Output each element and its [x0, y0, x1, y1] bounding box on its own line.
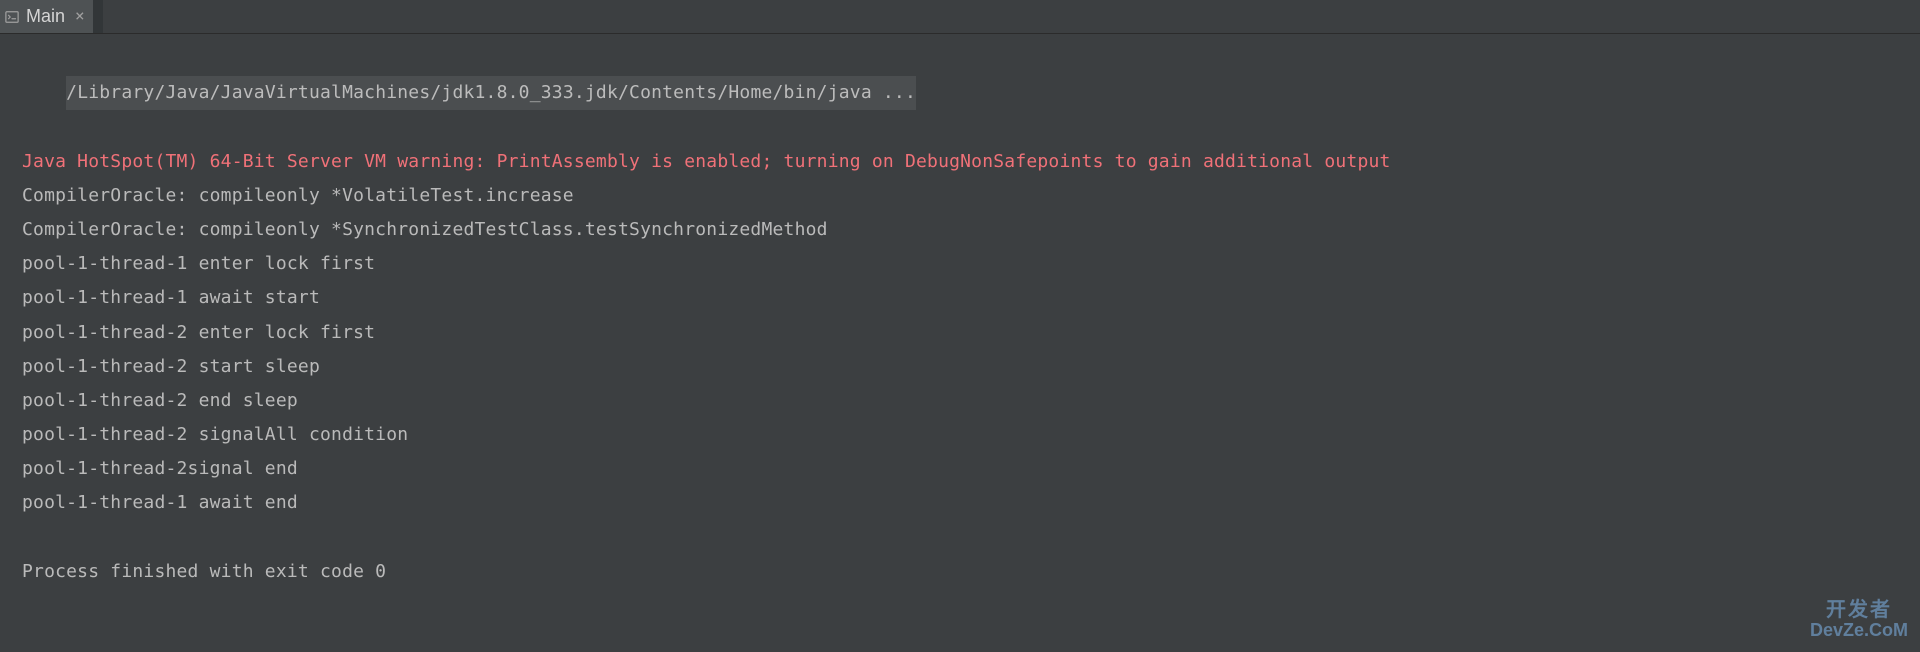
tab-bar: Main ×	[0, 0, 1920, 34]
watermark-en: DevZe.CoM	[1810, 621, 1908, 640]
console-command-line: /Library/Java/JavaVirtualMachines/jdk1.8…	[0, 42, 1920, 145]
console-line: pool-1-thread-2 enter lock first	[0, 316, 1920, 350]
tab-bar-edge	[93, 0, 103, 33]
watermark-zh: 开发者	[1810, 600, 1908, 621]
console-line	[0, 521, 1920, 555]
console-line: pool-1-thread-1 await end	[0, 486, 1920, 520]
console-line: Process finished with exit code 0	[0, 555, 1920, 589]
console-line: CompilerOracle: compileonly *Synchronize…	[0, 213, 1920, 247]
watermark: 开发者 DevZe.CoM	[1810, 600, 1908, 640]
console-line: pool-1-thread-1 enter lock first	[0, 247, 1920, 281]
close-icon[interactable]: ×	[75, 1, 85, 31]
console-line: pool-1-thread-2 signalAll condition	[0, 418, 1920, 452]
console-output[interactable]: /Library/Java/JavaVirtualMachines/jdk1.8…	[0, 34, 1920, 589]
console-line: pool-1-thread-2 end sleep	[0, 384, 1920, 418]
tab-main[interactable]: Main ×	[0, 0, 93, 33]
console-icon	[4, 9, 20, 25]
console-line: pool-1-thread-2signal end	[0, 452, 1920, 486]
console-line: Java HotSpot(TM) 64-Bit Server VM warnin…	[0, 145, 1920, 179]
console-command-text: /Library/Java/JavaVirtualMachines/jdk1.8…	[66, 76, 916, 110]
console-line: pool-1-thread-2 start sleep	[0, 350, 1920, 384]
tab-label: Main	[26, 0, 65, 34]
console-line: CompilerOracle: compileonly *VolatileTes…	[0, 179, 1920, 213]
console-line: pool-1-thread-1 await start	[0, 281, 1920, 315]
